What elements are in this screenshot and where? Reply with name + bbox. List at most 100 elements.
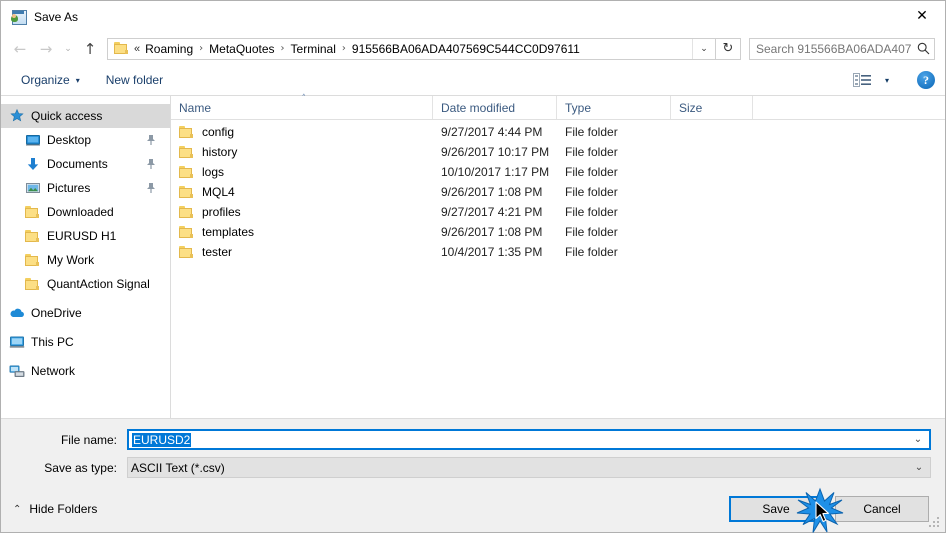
window-title: Save As <box>34 9 79 24</box>
sidebar-item-this-pc[interactable]: This PC <box>1 330 170 354</box>
sidebar-item-downloaded[interactable]: Downloaded <box>1 200 170 224</box>
refresh-button[interactable]: ↻ <box>715 37 740 60</box>
file-name-cell: logs <box>171 165 433 179</box>
pin-icon[interactable] <box>146 134 156 146</box>
breadcrumb-item-2[interactable]: Terminal <box>288 42 339 56</box>
hide-folders-button[interactable]: ⌃ Hide Folders <box>13 502 97 516</box>
table-row[interactable]: logs 10/10/2017 1:17 PM File folder <box>171 162 945 182</box>
file-date-cell: 9/27/2017 4:44 PM <box>441 125 543 139</box>
column-header-type[interactable]: Type <box>557 96 671 119</box>
save-button[interactable]: Save <box>729 496 823 522</box>
command-bar: Organize ▾ New folder ▾ ? <box>1 65 945 95</box>
sidebar-item-label: Quick access <box>31 109 103 123</box>
search-box[interactable]: Search 915566BA06ADA40756... <box>749 37 935 60</box>
folder-icon <box>179 166 194 178</box>
file-name: tester <box>202 245 233 259</box>
save-as-dialog: Save As ✕ ← → ⌄ ↑ « Roaming › MetaQuotes <box>0 0 946 533</box>
search-icon <box>912 42 934 55</box>
sort-ascending-icon: ˄ <box>301 94 307 104</box>
search-input[interactable]: Search 915566BA06ADA40756... <box>750 42 912 56</box>
sidebar-item-label: Downloaded <box>47 205 114 219</box>
file-name-value[interactable]: EURUSD2 <box>129 432 907 447</box>
up-button[interactable]: ↑ <box>77 37 103 61</box>
help-button[interactable]: ? <box>917 71 935 89</box>
save-as-type-dropdown-button[interactable]: ⌄ <box>908 458 930 477</box>
breadcrumb-separator-icon: › <box>199 43 204 54</box>
column-header-name[interactable]: ˄ Name <box>171 94 433 119</box>
sidebar-item-label: QuantAction Signal <box>47 277 150 291</box>
table-row[interactable]: MQL4 9/26/2017 1:08 PM File folder <box>171 182 945 202</box>
file-type-cell: File folder <box>565 225 618 239</box>
file-date-cell: 9/26/2017 10:17 PM <box>441 145 550 159</box>
file-name-cell: MQL4 <box>171 185 433 199</box>
navigation-bar: ← → ⌄ ↑ « Roaming › MetaQuotes › Termina… <box>1 32 945 65</box>
sidebar-item-documents[interactable]: Documents <box>1 152 170 176</box>
column-header-size[interactable]: Size <box>671 96 753 119</box>
pin-icon[interactable] <box>146 182 156 194</box>
chevron-down-icon: ⌄ <box>914 462 924 473</box>
sidebar-item-quick-access[interactable]: Quick access <box>1 104 170 128</box>
sidebar-item-label: EURUSD H1 <box>47 229 117 243</box>
breadcrumb-item-3[interactable]: 915566BA06ADA407569C544CC0D97611 <box>349 42 583 56</box>
file-type-cell: File folder <box>565 165 618 179</box>
back-button[interactable]: ← <box>7 37 33 61</box>
picture-icon <box>25 180 41 196</box>
chevron-up-icon: ⌃ <box>13 503 22 515</box>
file-name: config <box>202 125 235 139</box>
main-area: Quick access Desktop Documents Pictures … <box>1 95 945 418</box>
file-date-cell: 10/4/2017 1:35 PM <box>441 245 543 259</box>
table-row[interactable]: profiles 9/27/2017 4:21 PM File folder <box>171 202 945 222</box>
column-header-date-modified[interactable]: Date modified <box>433 96 557 119</box>
sidebar-item-desktop[interactable]: Desktop <box>1 128 170 152</box>
recent-locations-button[interactable]: ⌄ <box>59 37 77 61</box>
address-bar[interactable]: « Roaming › MetaQuotes › Terminal › 9155… <box>107 37 741 60</box>
save-as-type-select[interactable]: ASCII Text (*.csv) ⌄ <box>127 457 931 478</box>
hide-folders-label: Hide Folders <box>29 502 98 516</box>
folder-icon <box>179 146 194 158</box>
sidebar-item-network[interactable]: Network <box>1 359 170 383</box>
resize-grip[interactable] <box>929 517 941 529</box>
sidebar-item-quantaction-signal[interactable]: QuantAction Signal <box>1 272 170 296</box>
breadcrumb-overflow-icon[interactable]: « <box>132 43 142 55</box>
breadcrumb-item-1[interactable]: MetaQuotes <box>206 42 277 56</box>
breadcrumb-item-0[interactable]: Roaming <box>142 42 196 56</box>
monitor-icon <box>25 132 41 148</box>
table-row[interactable]: config 9/27/2017 4:44 PM File folder <box>171 122 945 142</box>
file-type-cell: File folder <box>565 185 618 199</box>
column-label: Size <box>679 100 703 115</box>
file-name-input[interactable]: EURUSD2 ⌄ <box>127 429 931 450</box>
forward-button[interactable]: → <box>33 37 59 61</box>
folder-icon <box>179 126 194 138</box>
file-name-cell: history <box>171 145 433 159</box>
file-name-dropdown-button[interactable]: ⌄ <box>907 431 929 448</box>
new-folder-button[interactable]: New folder <box>100 70 169 90</box>
back-arrow-icon: ← <box>13 39 27 58</box>
sidebar-item-pictures[interactable]: Pictures <box>1 176 170 200</box>
table-row[interactable]: tester 10/4/2017 1:35 PM File folder <box>171 242 945 262</box>
column-label: Type <box>565 100 592 115</box>
cloud-icon <box>9 305 25 321</box>
table-row[interactable]: templates 9/26/2017 1:08 PM File folder <box>171 222 945 242</box>
change-view-button[interactable]: ▾ <box>847 69 895 91</box>
cancel-button[interactable]: Cancel <box>835 496 929 522</box>
forward-arrow-icon: → <box>39 39 53 58</box>
column-label: Name <box>179 100 212 115</box>
sidebar-item-label: Desktop <box>47 133 92 147</box>
file-name-label: File name: <box>60 432 117 447</box>
file-type-cell: File folder <box>565 245 618 259</box>
folder-icon <box>114 42 129 55</box>
organize-button[interactable]: Organize ▾ <box>15 70 86 90</box>
breadcrumb-separator-icon: › <box>280 43 285 54</box>
close-button[interactable]: ✕ <box>899 1 945 31</box>
address-dropdown-button[interactable]: ⌄ <box>692 38 715 59</box>
dialog-footer: ⌃ Hide Folders Save Cancel <box>1 486 945 532</box>
sidebar-item-onedrive[interactable]: OneDrive <box>1 301 170 325</box>
sidebar-item-my-work[interactable]: My Work <box>1 248 170 272</box>
chevron-down-icon: ⌄ <box>913 434 923 445</box>
folder-icon <box>179 186 194 198</box>
sidebar-item-eurusd-h1[interactable]: EURUSD H1 <box>1 224 170 248</box>
sidebar-item-label: OneDrive <box>31 306 82 320</box>
pin-icon[interactable] <box>146 158 156 170</box>
table-row[interactable]: history 9/26/2017 10:17 PM File folder <box>171 142 945 162</box>
help-icon: ? <box>923 72 929 87</box>
